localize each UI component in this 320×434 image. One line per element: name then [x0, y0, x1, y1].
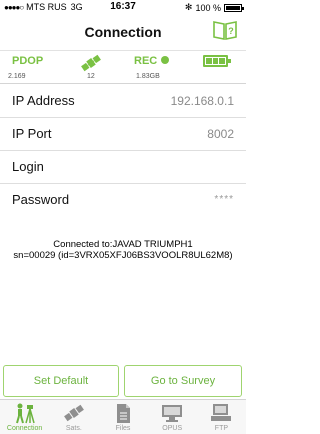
connection-status: Connected to:JAVAD TRIUMPH1 sn=00029 (id… — [0, 239, 246, 261]
ip-port-row[interactable]: IP Port 8002 — [0, 118, 246, 151]
tab-ftp-label: FTP — [214, 425, 229, 432]
tab-sats-label: Sats. — [65, 425, 82, 432]
tab-files-label: Files — [115, 425, 131, 432]
pdop-value: 2.169 — [8, 73, 26, 80]
satellite-icon — [81, 54, 101, 72]
gnss-status-strip: PDOP 2.169 12 REC 1.83GB — [0, 50, 246, 84]
tab-bar: Connection Sats. Files OPUS FTP — [0, 399, 246, 434]
ip-address-label: IP Address — [12, 93, 75, 108]
password-field[interactable]: **** — [214, 194, 234, 205]
ip-port-label: IP Port — [12, 126, 52, 141]
login-row[interactable]: Login — [0, 151, 246, 184]
rec-label: REC — [134, 55, 158, 67]
tab-ftp[interactable]: FTP — [197, 400, 246, 434]
satellite-icon — [63, 404, 84, 422]
rec-status: REC — [134, 55, 170, 67]
connected-device: Connected to:JAVAD TRIUMPH1 — [53, 239, 193, 250]
tab-connection[interactable]: Connection — [0, 400, 49, 434]
ip-port-field[interactable]: 8002 — [207, 127, 234, 141]
status-right: ✻ 100 % — [184, 2, 244, 13]
pdop-label: PDOP — [12, 55, 44, 67]
go-to-survey-button[interactable]: Go to Survey — [124, 365, 242, 397]
tab-sats[interactable]: Sats. — [49, 400, 98, 434]
nav-bar: Connection ? — [0, 14, 246, 50]
receiver-battery-icon — [203, 55, 231, 67]
set-default-button[interactable]: Set Default — [3, 365, 119, 397]
status-bar: ●●●●○ MTS RUS 3G 16:37 ✻ 100 % — [0, 0, 246, 14]
login-label: Login — [12, 159, 44, 174]
password-row[interactable]: Password **** — [0, 184, 246, 217]
tab-connection-label: Connection — [6, 425, 43, 432]
tab-opus[interactable]: OPUS — [148, 400, 197, 434]
help-book-icon[interactable]: ? — [212, 19, 238, 41]
connected-serial: sn=00029 (id=3VRX05XFJ06BS3VOOLR8UL62M8) — [13, 250, 233, 261]
password-label: Password — [12, 192, 70, 207]
tab-files[interactable]: Files — [98, 400, 147, 434]
connection-form: IP Address 192.168.0.1 IP Port 8002 Logi… — [0, 85, 246, 217]
surveyor-tripod-icon — [15, 403, 35, 424]
battery-icon — [224, 3, 244, 12]
computer-icon — [162, 405, 183, 422]
computer-icon — [211, 404, 232, 421]
file-icon — [117, 404, 130, 423]
tab-opus-label: OPUS — [162, 425, 183, 432]
svg-text:?: ? — [228, 26, 234, 36]
ip-address-row[interactable]: IP Address 192.168.0.1 — [0, 85, 246, 118]
rec-storage: 1.83GB — [136, 73, 160, 80]
battery-percent: 100 % — [195, 2, 221, 13]
page-title: Connection — [84, 24, 162, 40]
bluetooth-icon: ✻ — [184, 2, 193, 12]
rec-indicator-icon — [161, 56, 170, 64]
ip-address-field[interactable]: 192.168.0.1 — [171, 94, 234, 108]
sats-count: 12 — [87, 73, 95, 80]
